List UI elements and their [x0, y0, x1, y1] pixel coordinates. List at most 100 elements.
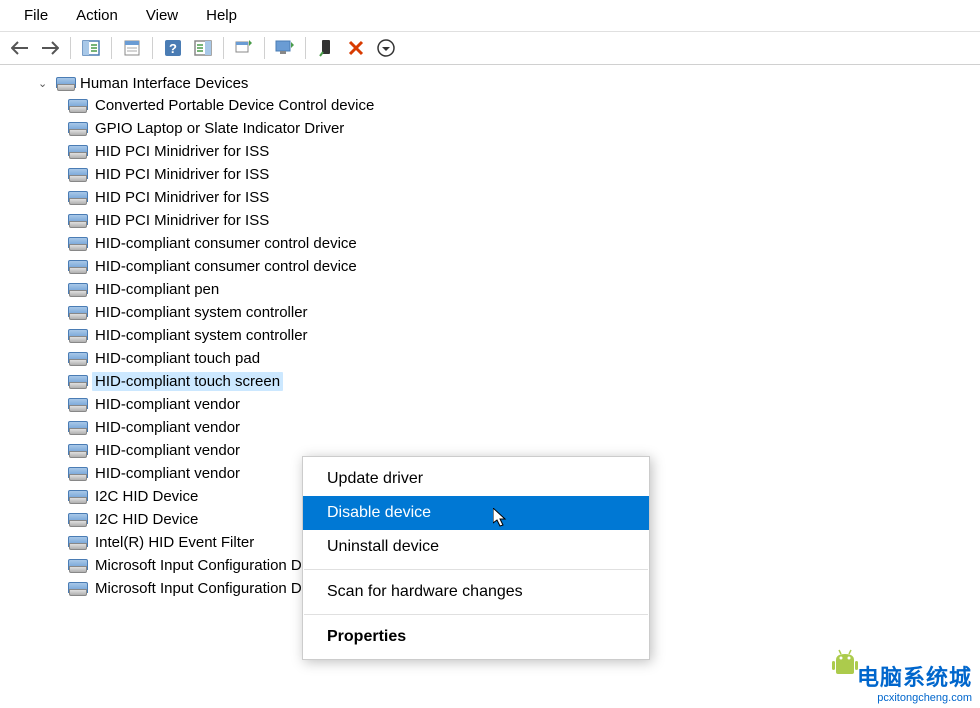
device-label: HID-compliant system controller — [92, 326, 311, 345]
device-label: HID PCI Minidriver for ISS — [92, 142, 272, 161]
device-label: I2C HID Device — [92, 510, 201, 529]
device-label: HID-compliant vendor — [92, 418, 243, 437]
device-label: Converted Portable Device Control device — [92, 96, 377, 115]
device-item[interactable]: GPIO Laptop or Slate Indicator Driver — [64, 117, 980, 140]
x-icon — [348, 40, 364, 56]
device-label: HID-compliant pen — [92, 280, 222, 299]
device-label: HID-compliant vendor — [92, 395, 243, 414]
menu-file[interactable]: File — [10, 4, 62, 27]
menu-view[interactable]: View — [132, 4, 192, 27]
forward-button[interactable] — [36, 35, 64, 61]
device-item[interactable]: HID-compliant vendor — [64, 416, 980, 439]
device-label: HID-compliant touch pad — [92, 349, 263, 368]
device-item[interactable]: Converted Portable Device Control device — [64, 94, 980, 117]
device-item[interactable]: HID-compliant consumer control device — [64, 232, 980, 255]
device-icon — [68, 513, 86, 527]
hid-category-icon — [56, 77, 74, 91]
device-label: I2C HID Device — [92, 487, 201, 506]
device-icon — [68, 99, 86, 113]
menu-help[interactable]: Help — [192, 4, 251, 27]
device-icon — [68, 214, 86, 228]
device-label: HID PCI Minidriver for ISS — [92, 188, 272, 207]
device-label: Intel(R) HID Event Filter — [92, 533, 257, 552]
device-label: HID-compliant consumer control device — [92, 234, 360, 253]
watermark-text: 电脑系统城 — [857, 660, 972, 692]
scan-hardware-button[interactable] — [230, 35, 258, 61]
help-icon: ? — [164, 39, 182, 57]
pane-icon — [194, 40, 212, 56]
device-item[interactable]: HID-compliant touch pad — [64, 347, 980, 370]
ctx-separator — [304, 569, 648, 570]
device-item[interactable]: HID PCI Minidriver for ISS — [64, 209, 980, 232]
device-label: HID PCI Minidriver for ISS — [92, 165, 272, 184]
device-icon — [68, 260, 86, 274]
toolbar-separator — [223, 37, 224, 59]
device-icon — [68, 145, 86, 159]
toolbar-separator — [305, 37, 306, 59]
device-item[interactable]: HID-compliant touch screen — [64, 370, 980, 393]
device-icon — [68, 536, 86, 550]
device-label: HID-compliant touch screen — [92, 372, 283, 391]
device-item[interactable]: HID PCI Minidriver for ISS — [64, 163, 980, 186]
device-icon — [68, 421, 86, 435]
device-item[interactable]: HID PCI Minidriver for ISS — [64, 140, 980, 163]
device-item[interactable]: HID-compliant system controller — [64, 324, 980, 347]
menubar: File Action View Help — [0, 0, 980, 32]
menu-action[interactable]: Action — [62, 4, 132, 27]
category-label: Human Interface Devices — [80, 75, 248, 92]
watermark-url: pcxitongcheng.com — [857, 692, 972, 704]
context-menu: Update driver Disable device Uninstall d… — [302, 456, 650, 660]
ctx-scan-hardware[interactable]: Scan for hardware changes — [303, 575, 649, 609]
down-circle-icon — [377, 39, 395, 57]
help-button[interactable]: ? — [159, 35, 187, 61]
device-item[interactable]: HID-compliant pen — [64, 278, 980, 301]
device-item[interactable]: HID-compliant consumer control device — [64, 255, 980, 278]
android-logo-icon — [830, 648, 860, 678]
ctx-separator — [304, 614, 648, 615]
device-icon — [68, 582, 86, 596]
device-label: HID-compliant system controller — [92, 303, 311, 322]
enable-device-button[interactable] — [372, 35, 400, 61]
toolbar-separator — [264, 37, 265, 59]
ctx-uninstall-device[interactable]: Uninstall device — [303, 530, 649, 564]
forward-arrow-icon — [41, 41, 59, 55]
scan-icon — [235, 39, 253, 57]
properties-icon — [124, 40, 140, 56]
chevron-down-icon: ⌄ — [38, 77, 50, 90]
device-label: HID-compliant consumer control device — [92, 257, 360, 276]
device-icon — [68, 467, 86, 481]
action-pane-button[interactable] — [189, 35, 217, 61]
monitor-update-icon — [275, 40, 295, 56]
device-icon — [68, 191, 86, 205]
device-icon — [68, 306, 86, 320]
device-icon — [68, 375, 86, 389]
device-item[interactable]: HID PCI Minidriver for ISS — [64, 186, 980, 209]
device-icon — [68, 398, 86, 412]
device-label: GPIO Laptop or Slate Indicator Driver — [92, 119, 347, 138]
device-label: HID-compliant vendor — [92, 464, 243, 483]
toolbar: ? — [0, 32, 980, 65]
svg-text:?: ? — [169, 41, 177, 56]
disable-device-button[interactable] — [312, 35, 340, 61]
ctx-update-driver[interactable]: Update driver — [303, 462, 649, 496]
watermark: 电脑系统城 pcxitongcheng.com — [857, 660, 972, 704]
uninstall-button[interactable] — [342, 35, 370, 61]
device-icon — [68, 237, 86, 251]
category-human-interface-devices[interactable]: ⌄ Human Interface Devices — [34, 73, 980, 94]
back-button[interactable] — [6, 35, 34, 61]
device-icon — [68, 283, 86, 297]
device-icon — [68, 329, 86, 343]
ctx-properties[interactable]: Properties — [303, 620, 649, 654]
device-item[interactable]: HID-compliant vendor — [64, 393, 980, 416]
back-arrow-icon — [11, 41, 29, 55]
device-label: HID PCI Minidriver for ISS — [92, 211, 272, 230]
ctx-disable-device[interactable]: Disable device — [303, 496, 649, 530]
device-icon — [68, 168, 86, 182]
device-label: HID-compliant vendor — [92, 441, 243, 460]
show-hide-console-button[interactable] — [77, 35, 105, 61]
update-driver-button[interactable] — [271, 35, 299, 61]
properties-button[interactable] — [118, 35, 146, 61]
device-disable-icon — [319, 39, 333, 57]
device-item[interactable]: HID-compliant system controller — [64, 301, 980, 324]
device-icon — [68, 352, 86, 366]
